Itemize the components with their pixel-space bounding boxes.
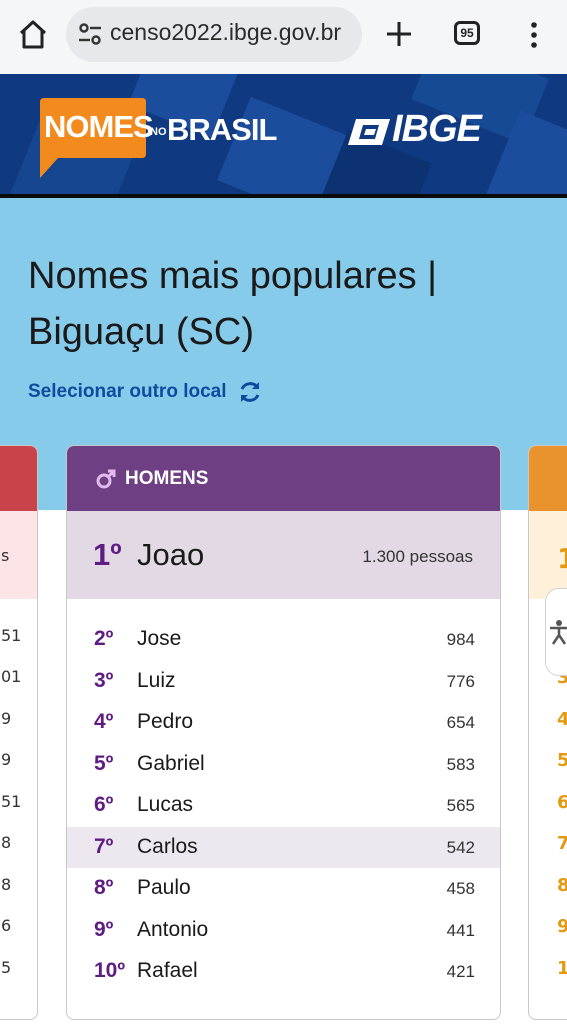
cut-rank: 9 <box>557 916 567 937</box>
men-card-header: HOMENS <box>67 446 500 511</box>
male-icon <box>96 469 116 488</box>
cut-count: 5 <box>1 958 12 977</box>
cut-rank: 7 <box>557 833 567 854</box>
name-label: Gabriel <box>137 751 205 775</box>
name-label: Antonio <box>137 917 209 941</box>
cut-rank: 5 <box>557 750 567 771</box>
rank-number: 9º <box>94 917 114 941</box>
cut-count: 9 <box>1 709 12 728</box>
cut-count: 51 <box>1 792 22 811</box>
logo-text-no: NO <box>150 126 167 138</box>
cut-count: 51 <box>1 626 22 645</box>
ranking-list: 2º Jose 984 3º Luiz 776 4º Pedro 654 5º Gabriel… <box>67 619 500 993</box>
all-card-header <box>529 446 567 511</box>
men-card-title: HOMENS <box>125 467 209 489</box>
rank-number: 7º <box>94 834 114 858</box>
name-count: 583 <box>446 754 475 774</box>
cut-rank: 8 <box>557 875 567 896</box>
ibge-logo-icon <box>348 119 390 145</box>
rank-number: 2º <box>94 627 114 650</box>
site-settings-icon[interactable] <box>78 21 102 47</box>
rank-number: 10º <box>94 959 126 982</box>
rank-number: 3º <box>94 668 114 692</box>
name-count: 421 <box>446 962 475 981</box>
cut-count: 8 <box>1 833 12 852</box>
name-count: 984 <box>446 630 475 649</box>
new-tab-icon[interactable] <box>384 19 414 49</box>
page-title: Nomes mais populares | Biguaçu (SC) <box>28 255 438 353</box>
rank-number: 5º <box>94 751 114 775</box>
name-label: Paulo <box>137 876 191 899</box>
cut-rank: 6 <box>557 792 567 813</box>
name-label: Carlos <box>137 834 198 858</box>
name-label: Joao <box>137 537 205 572</box>
list-item: 10º Rafael 421 <box>67 951 500 993</box>
name-count: 776 <box>446 671 475 691</box>
name-label: Rafael <box>137 959 198 982</box>
men-names-card: HOMENS 1º Joao 1.300 pessoas 2º Jose 984 3… <box>66 445 501 1020</box>
logo-text-nomes: NOMES <box>44 109 154 144</box>
rank-number: 1º <box>93 537 122 572</box>
home-icon[interactable] <box>16 18 50 52</box>
name-label: Pedro <box>137 710 194 733</box>
name-label: Lucas <box>137 793 194 816</box>
all-names-card-partial: 1 2 3 4 5 6 7 8 9 1 <box>528 445 567 1020</box>
accessibility-icon <box>550 620 567 645</box>
more-options-icon[interactable] <box>524 20 544 50</box>
cut-count: 9 <box>1 750 12 769</box>
cut-rank: 1 <box>557 958 567 979</box>
name-count: 542 <box>446 837 475 857</box>
top-name-row: 1º Joao 1.300 pessoas <box>67 511 500 599</box>
accessibility-widget[interactable] <box>545 588 567 676</box>
name-count: 654 <box>446 713 475 732</box>
women-card-header <box>0 446 37 511</box>
name-count: 441 <box>446 920 475 940</box>
name-count: 458 <box>446 879 475 898</box>
name-count: 1.300 pessoas <box>362 547 473 566</box>
cut-rank: 4 <box>557 709 567 730</box>
list-item: 6º Lucas 565 <box>67 785 500 827</box>
name-label: Luiz <box>137 668 176 692</box>
refresh-icon <box>240 382 259 402</box>
all-card-first: 1 <box>529 511 567 599</box>
browser-toolbar: censo2022.ibge.gov.br 95 <box>0 0 567 74</box>
cut-rank: 1 <box>557 542 567 575</box>
cut-count: 8 <box>1 875 12 894</box>
logo-text-brasil: BRASIL <box>167 112 277 147</box>
women-card-partial: s 51 01 9 9 51 8 8 6 5 <box>0 445 38 1020</box>
list-item: 5º Gabriel 583 <box>67 744 500 786</box>
list-item: 8º Paulo 458 <box>67 868 500 910</box>
list-item-highlighted: 7º Carlos 542 <box>67 826 500 868</box>
rank-number: 4º <box>94 710 114 733</box>
select-location-label: Selecionar outro local <box>28 381 227 402</box>
ibge-logo-text: IBGE <box>392 108 482 150</box>
tab-switcher-icon[interactable]: 95 <box>454 21 480 45</box>
name-label: Jose <box>137 627 182 650</box>
cut-count: 01 <box>1 667 22 686</box>
name-count: 565 <box>446 796 475 815</box>
list-item: 3º Luiz 776 <box>67 661 500 703</box>
women-card-first: s <box>0 511 37 599</box>
cut-count: s <box>1 546 10 565</box>
rank-number: 8º <box>94 876 114 899</box>
address-bar-url[interactable]: censo2022.ibge.gov.br <box>110 19 354 46</box>
select-location-link[interactable]: Selecionar outro local <box>28 379 263 405</box>
list-item: 2º Jose 984 <box>67 619 500 661</box>
rank-number: 6º <box>94 793 114 816</box>
cut-count: 6 <box>1 916 12 935</box>
list-item: 9º Antonio 441 <box>67 910 500 952</box>
list-item: 4º Pedro 654 <box>67 702 500 744</box>
